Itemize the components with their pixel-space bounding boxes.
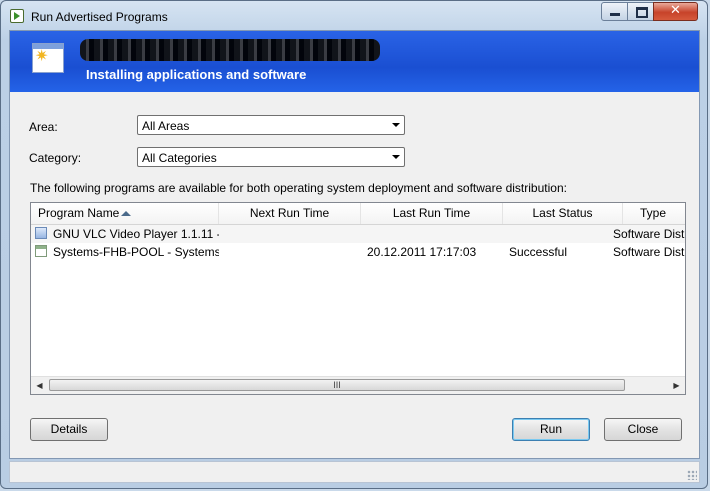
program-type: Software Distrib	[613, 227, 685, 241]
scroll-right-icon[interactable]: ▶	[668, 377, 685, 394]
dialog-client: Installing applications and software Are…	[9, 30, 700, 459]
horizontal-scrollbar[interactable]: ◀ III ▶	[31, 376, 685, 394]
column-next-run-time[interactable]: Next Run Time	[219, 203, 361, 224]
area-dropdown[interactable]: All Areas	[137, 115, 405, 135]
table-row[interactable]: Systems-FHB-POOL - Systems-C... 20.12.20…	[31, 243, 685, 261]
list-header: Program Name Next Run Time Last Run Time…	[31, 203, 685, 225]
window-close-button[interactable]	[653, 2, 698, 21]
maximize-button[interactable]	[627, 2, 654, 21]
app-window: Run Advertised Programs Installing appli…	[0, 0, 708, 489]
minimize-button[interactable]	[601, 2, 628, 21]
package-icon	[35, 245, 47, 257]
column-program-name[interactable]: Program Name	[31, 203, 219, 224]
thumb-grip: III	[333, 380, 341, 390]
last-status: Successful	[509, 245, 568, 259]
column-label: Program Name	[38, 206, 120, 220]
column-type[interactable]: Type	[623, 203, 685, 224]
title-bar[interactable]: Run Advertised Programs	[1, 1, 707, 31]
table-row[interactable]: GNU VLC Video Player 1.1.11 - x... Softw…	[31, 225, 685, 243]
header-banner: Installing applications and software	[10, 31, 699, 92]
close-button[interactable]: Close	[604, 418, 682, 441]
scroll-thumb[interactable]: III	[49, 379, 625, 391]
sort-ascending-icon	[121, 211, 131, 216]
last-run-time: 20.12.2011 17:17:03	[367, 245, 477, 259]
program-type: Software Distrib	[613, 245, 685, 259]
program-name: GNU VLC Video Player 1.1.11 - x...	[53, 227, 219, 241]
run-button[interactable]: Run	[512, 418, 590, 441]
column-last-status[interactable]: Last Status	[503, 203, 623, 224]
window-title: Run Advertised Programs	[31, 10, 168, 24]
category-selected-value: All Categories	[142, 151, 217, 165]
category-dropdown[interactable]: All Categories	[137, 147, 405, 167]
programs-list[interactable]: Program Name Next Run Time Last Run Time…	[30, 202, 686, 395]
program-name: Systems-FHB-POOL - Systems-C...	[53, 245, 219, 259]
redacted-heading	[80, 39, 380, 61]
details-button[interactable]: Details	[30, 418, 108, 441]
area-selected-value: All Areas	[142, 119, 190, 133]
column-last-run-time[interactable]: Last Run Time	[361, 203, 503, 224]
area-label: Area:	[29, 120, 58, 134]
banner-subtitle: Installing applications and software	[86, 67, 307, 82]
category-label: Category:	[29, 151, 82, 165]
run-program-icon	[10, 9, 24, 23]
programs-description: The following programs are available for…	[30, 181, 567, 195]
software-window-icon	[32, 43, 64, 73]
scroll-left-icon[interactable]: ◀	[31, 377, 48, 394]
status-bar	[9, 461, 700, 483]
chevron-down-icon	[392, 155, 400, 159]
chevron-down-icon	[392, 123, 400, 127]
resize-grip-icon[interactable]	[687, 470, 697, 480]
package-icon	[35, 227, 47, 239]
